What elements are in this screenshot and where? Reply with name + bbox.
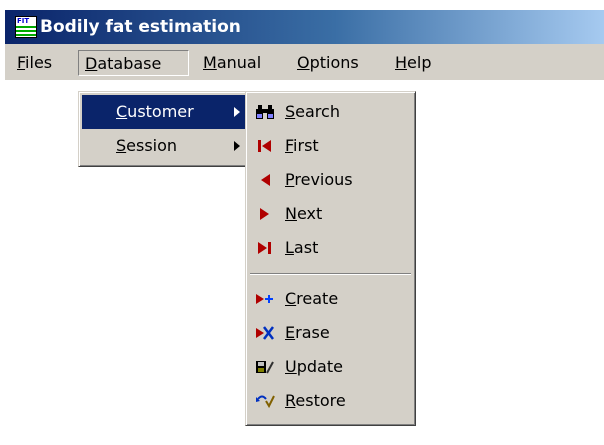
menu-help-label: Help [395, 53, 432, 72]
database-item-customer[interactable]: Customer [82, 95, 248, 129]
erase-record-icon [256, 326, 274, 340]
menu-manual-label: Manual [203, 53, 262, 72]
submenu-arrow-icon [234, 141, 240, 151]
menu-options-label: Options [297, 53, 359, 72]
customer-item-restore-label: Restore [285, 391, 346, 410]
update-record-icon [256, 361, 274, 374]
database-item-session[interactable]: Session [82, 129, 248, 163]
customer-item-next[interactable]: Next [249, 197, 412, 231]
title-bar: FIT Bodily fat estimation [5, 10, 604, 44]
customer-item-create-label: Create [285, 289, 339, 308]
window-title: Bodily fat estimation [40, 17, 241, 37]
menu-options[interactable]: Options [291, 50, 365, 76]
customer-item-search-label: Search [285, 102, 340, 121]
app-icon[interactable]: FIT [15, 16, 37, 38]
menu-separator [250, 273, 411, 275]
customer-item-restore[interactable]: Restore [249, 384, 412, 418]
customer-item-last[interactable]: Last [249, 231, 412, 265]
customer-item-next-label: Next [285, 204, 323, 223]
menu-help[interactable]: Help [389, 50, 437, 76]
customer-item-first[interactable]: First [249, 129, 412, 163]
customer-item-previous-label: Previous [285, 170, 353, 189]
customer-item-erase-label: Erase [285, 323, 330, 342]
menu-files[interactable]: Files [11, 50, 58, 76]
first-record-icon [258, 140, 271, 152]
customer-item-last-label: Last [285, 238, 319, 257]
binoculars-icon [256, 105, 274, 119]
customer-submenu: Search First Previous Next Last Create E… [245, 91, 416, 426]
restore-record-icon [256, 395, 275, 409]
database-item-customer-label: Customer [116, 102, 194, 121]
database-dropdown: Customer Session [78, 91, 252, 167]
menu-database-label: Database [85, 54, 162, 73]
customer-item-first-label: First [285, 136, 319, 155]
customer-item-update[interactable]: Update [249, 350, 412, 384]
last-record-icon [258, 242, 271, 254]
database-item-session-label: Session [116, 136, 178, 155]
menu-database[interactable]: Database [78, 50, 189, 76]
customer-item-search[interactable]: Search [249, 95, 412, 129]
create-record-icon [256, 294, 273, 304]
customer-item-previous[interactable]: Previous [249, 163, 412, 197]
submenu-arrow-icon [234, 107, 240, 117]
customer-item-create[interactable]: Create [249, 282, 412, 316]
customer-item-erase[interactable]: Erase [249, 316, 412, 350]
next-record-icon [260, 208, 269, 220]
menu-manual[interactable]: Manual [197, 50, 267, 76]
previous-record-icon [261, 174, 270, 186]
customer-item-update-label: Update [285, 357, 343, 376]
menu-files-label: Files [17, 53, 53, 72]
